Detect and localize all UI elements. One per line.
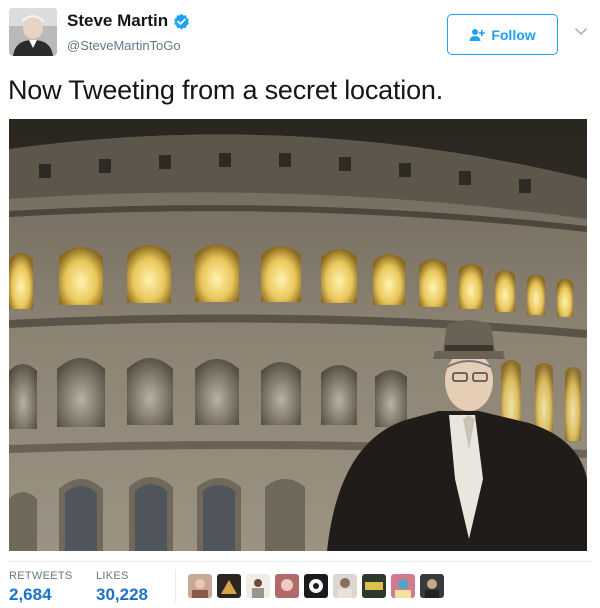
name-row: Steve Martin bbox=[67, 11, 190, 31]
verified-badge-icon bbox=[173, 13, 190, 30]
stats-separator bbox=[175, 570, 176, 602]
liker-avatar-6[interactable] bbox=[333, 574, 357, 598]
likers-list bbox=[188, 574, 444, 598]
person-avatar-icon bbox=[9, 8, 57, 56]
user-handle[interactable]: @SteveMartinToGo bbox=[67, 38, 181, 53]
stats-divider bbox=[8, 561, 592, 562]
display-name[interactable]: Steve Martin bbox=[67, 11, 168, 31]
liker-avatar-7[interactable] bbox=[362, 574, 386, 598]
chevron-down-icon[interactable] bbox=[574, 27, 588, 37]
tweet-photo[interactable] bbox=[9, 119, 587, 551]
add-person-icon bbox=[469, 28, 486, 41]
retweets-count: 2,684 bbox=[9, 585, 52, 604]
liker-avatar-2[interactable] bbox=[217, 574, 241, 598]
likes-count: 30,228 bbox=[96, 585, 148, 604]
likes-stat[interactable]: LIKES 30,228 bbox=[96, 570, 148, 605]
colosseum-photo bbox=[9, 119, 587, 551]
follow-label: Follow bbox=[491, 26, 536, 43]
liker-avatar-9[interactable] bbox=[420, 574, 444, 598]
liker-avatar-3[interactable] bbox=[246, 574, 270, 598]
liker-avatar-8[interactable] bbox=[391, 574, 415, 598]
tweet-text: Now Tweeting from a secret location. bbox=[8, 75, 444, 105]
retweets-stat[interactable]: RETWEETS 2,684 bbox=[9, 570, 73, 605]
liker-avatar-1[interactable] bbox=[188, 574, 212, 598]
follow-button[interactable]: Follow bbox=[447, 14, 558, 55]
liker-avatar-5[interactable] bbox=[304, 574, 328, 598]
user-avatar[interactable] bbox=[9, 8, 57, 56]
likes-label: LIKES bbox=[96, 570, 129, 582]
retweets-label: RETWEETS bbox=[9, 570, 73, 582]
liker-avatar-4[interactable] bbox=[275, 574, 299, 598]
